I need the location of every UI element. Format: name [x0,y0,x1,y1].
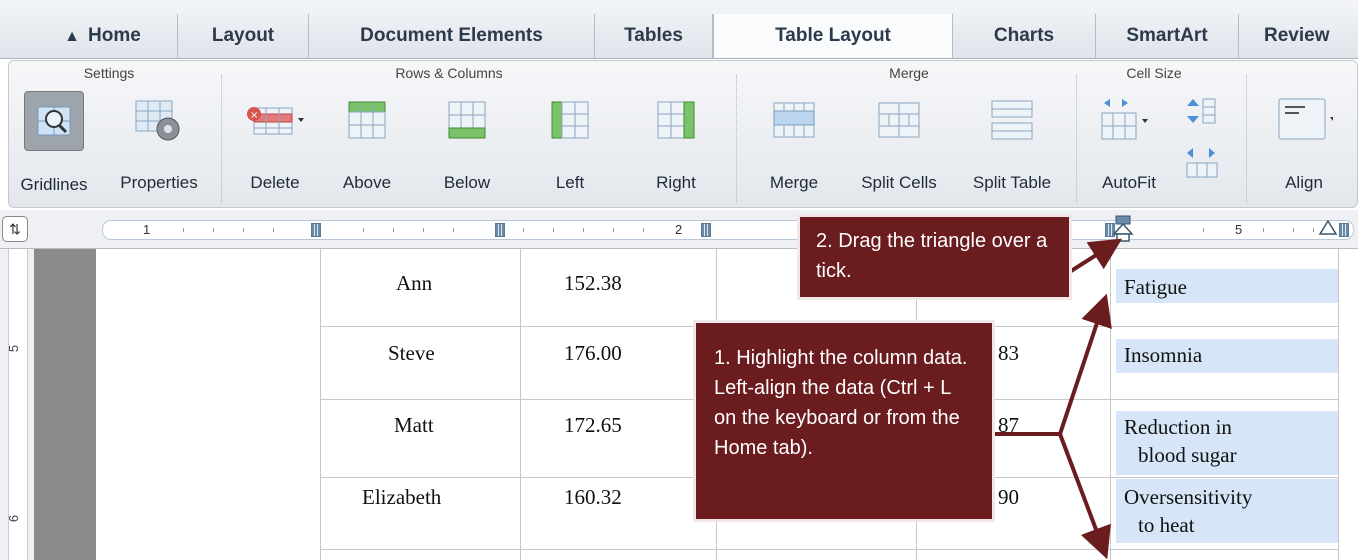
callout-arrows [995,238,1123,560]
callout-step-1: 1. Highlight the column data. Left-align… [693,320,995,522]
callout-step-2: 2. Drag the triangle over a tick. [797,214,1072,300]
arrow-up [1058,293,1112,435]
arrow-down [1058,433,1111,560]
